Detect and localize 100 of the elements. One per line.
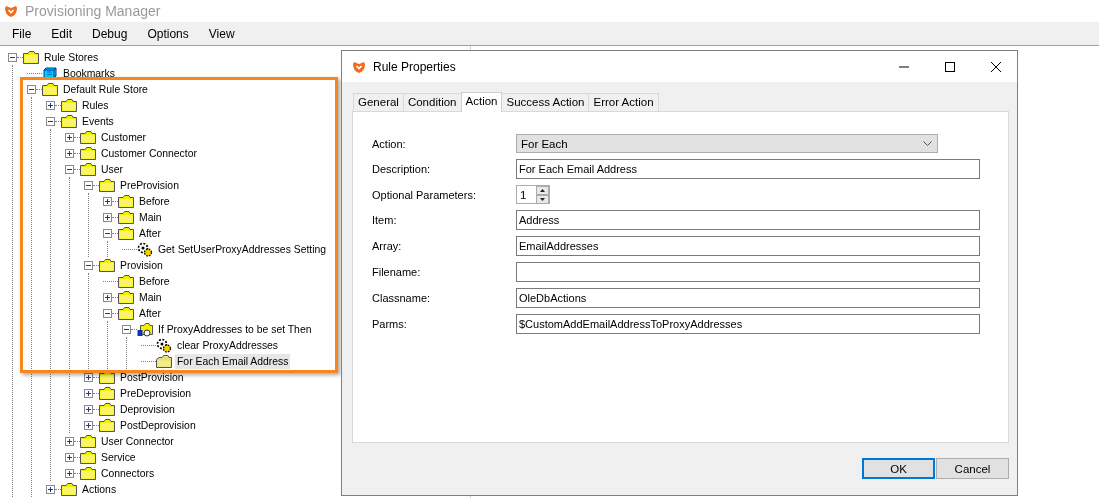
number-spinner[interactable]: 1 bbox=[516, 185, 550, 204]
tree-item[interactable]: User bbox=[99, 161, 125, 177]
tree-item[interactable]: Events bbox=[80, 113, 116, 129]
maximize-icon[interactable] bbox=[944, 60, 956, 73]
menu-item[interactable]: File bbox=[6, 24, 38, 43]
field-label: Array: bbox=[372, 240, 403, 252]
tree-item[interactable]: PostDeprovision bbox=[118, 417, 198, 433]
tree-item[interactable]: Connectors bbox=[99, 465, 157, 481]
field-label: Parms: bbox=[372, 318, 408, 330]
chevron-down-icon bbox=[923, 141, 932, 146]
folder-icon bbox=[118, 305, 134, 321]
ok-button[interactable]: OK bbox=[862, 458, 935, 479]
folder-icon bbox=[80, 465, 96, 481]
cancel-button[interactable]: Cancel bbox=[936, 458, 1009, 479]
field-label: Classname: bbox=[372, 292, 432, 304]
folder-icon bbox=[61, 113, 77, 129]
input-field[interactable]: OleDbActions bbox=[516, 288, 980, 308]
folder-icon bbox=[118, 225, 134, 241]
tree-item[interactable]: Main bbox=[137, 209, 164, 225]
expand-toggle[interactable] bbox=[84, 180, 93, 190]
folder-icon bbox=[23, 49, 39, 65]
menu-item[interactable]: Options bbox=[141, 24, 195, 43]
folder-icon bbox=[156, 353, 172, 369]
expand-toggle[interactable] bbox=[84, 372, 93, 382]
tree-item[interactable]: Before bbox=[137, 193, 172, 209]
input-field[interactable]: EmailAddresses bbox=[516, 236, 980, 256]
input-field[interactable]: $CustomAddEmailAddressToProxyAddresses bbox=[516, 314, 980, 334]
input-field[interactable] bbox=[516, 262, 980, 282]
folder-icon bbox=[99, 257, 115, 273]
folder-icon bbox=[80, 161, 96, 177]
folder-icon bbox=[118, 289, 134, 305]
expand-toggle[interactable] bbox=[65, 452, 74, 462]
tree-item[interactable]: Default Rule Store bbox=[61, 81, 150, 97]
expand-toggle[interactable] bbox=[46, 100, 55, 110]
input-field[interactable]: For Each Email Address bbox=[516, 159, 980, 179]
input-field[interactable]: Address bbox=[516, 210, 980, 230]
field-label: Optional Parameters: bbox=[372, 188, 477, 201]
spin-arrows-icon bbox=[536, 185, 549, 204]
tree-item[interactable]: After bbox=[137, 225, 163, 241]
expand-toggle[interactable] bbox=[65, 468, 74, 478]
expand-toggle[interactable] bbox=[103, 292, 112, 302]
tree-item[interactable]: Customer bbox=[99, 129, 149, 145]
tab[interactable]: Action bbox=[460, 92, 503, 112]
expand-toggle[interactable] bbox=[103, 196, 112, 206]
folder-icon bbox=[42, 81, 58, 97]
folder-icon bbox=[118, 209, 134, 225]
expand-toggle[interactable] bbox=[84, 260, 93, 270]
app-logo-icon bbox=[353, 59, 365, 74]
field-label: Filename: bbox=[372, 266, 422, 278]
tree-item[interactable]: Main bbox=[137, 289, 164, 305]
menu-item[interactable]: View bbox=[202, 24, 241, 43]
tree-item[interactable]: PreDeprovision bbox=[118, 385, 194, 401]
tree-item[interactable]: Before bbox=[137, 273, 172, 289]
tree-item[interactable]: Actions bbox=[80, 481, 119, 497]
tree-item[interactable]: PostProvision bbox=[118, 369, 186, 385]
window-title: Provisioning Manager bbox=[25, 3, 161, 19]
dropdown[interactable]: For Each bbox=[516, 134, 938, 153]
tree-item[interactable]: clear ProxyAddresses bbox=[175, 337, 281, 353]
field-label: Action: bbox=[372, 137, 407, 150]
menu-item[interactable]: Debug bbox=[86, 24, 134, 43]
tree-item[interactable]: Provision bbox=[118, 257, 165, 273]
tree-item[interactable]: PreProvision bbox=[118, 177, 181, 193]
tab[interactable]: Error Action bbox=[588, 93, 659, 111]
tree-item[interactable]: User Connector bbox=[99, 433, 176, 449]
expand-toggle[interactable] bbox=[103, 228, 112, 238]
folder-icon bbox=[80, 449, 96, 465]
menu-item[interactable]: Edit bbox=[45, 24, 79, 43]
expand-toggle[interactable] bbox=[46, 484, 55, 494]
tab[interactable]: General bbox=[353, 93, 404, 111]
gears-icon bbox=[137, 241, 153, 257]
expand-toggle[interactable] bbox=[103, 212, 112, 222]
tree-item[interactable]: If ProxyAddresses to be set Then bbox=[156, 321, 314, 337]
tree-item[interactable]: Deprovision bbox=[118, 401, 177, 417]
expand-toggle[interactable] bbox=[84, 404, 93, 414]
expand-toggle[interactable] bbox=[8, 52, 17, 62]
folder-icon bbox=[118, 273, 134, 289]
expand-toggle[interactable] bbox=[84, 420, 93, 430]
close-icon[interactable] bbox=[990, 60, 1002, 73]
expand-toggle[interactable] bbox=[46, 116, 55, 126]
gears-icon bbox=[156, 337, 172, 353]
tree-item[interactable]: Bookmarks bbox=[61, 65, 117, 81]
expand-toggle[interactable] bbox=[65, 148, 74, 158]
folder-icon bbox=[99, 385, 115, 401]
tree-item[interactable]: Service bbox=[99, 449, 138, 465]
expand-toggle[interactable] bbox=[65, 132, 74, 142]
tree-item[interactable]: For Each Email Address bbox=[175, 353, 291, 369]
expand-toggle[interactable] bbox=[65, 436, 74, 446]
tree-item[interactable]: Customer Connector bbox=[99, 145, 199, 161]
dialog-title: Rule Properties bbox=[373, 59, 456, 74]
folder-icon bbox=[80, 433, 96, 449]
expand-toggle[interactable] bbox=[27, 84, 36, 94]
tree-item[interactable]: Get SetUserProxyAddresses Setting bbox=[156, 241, 329, 257]
tree-item[interactable]: Rules bbox=[80, 97, 111, 113]
expand-toggle[interactable] bbox=[84, 388, 93, 398]
expand-toggle[interactable] bbox=[122, 324, 131, 334]
tree-item[interactable]: Rule Stores bbox=[42, 49, 101, 65]
folder-icon bbox=[61, 97, 77, 113]
expand-toggle[interactable] bbox=[65, 164, 74, 174]
tree-item[interactable]: After bbox=[137, 305, 163, 321]
expand-toggle[interactable] bbox=[103, 308, 112, 318]
